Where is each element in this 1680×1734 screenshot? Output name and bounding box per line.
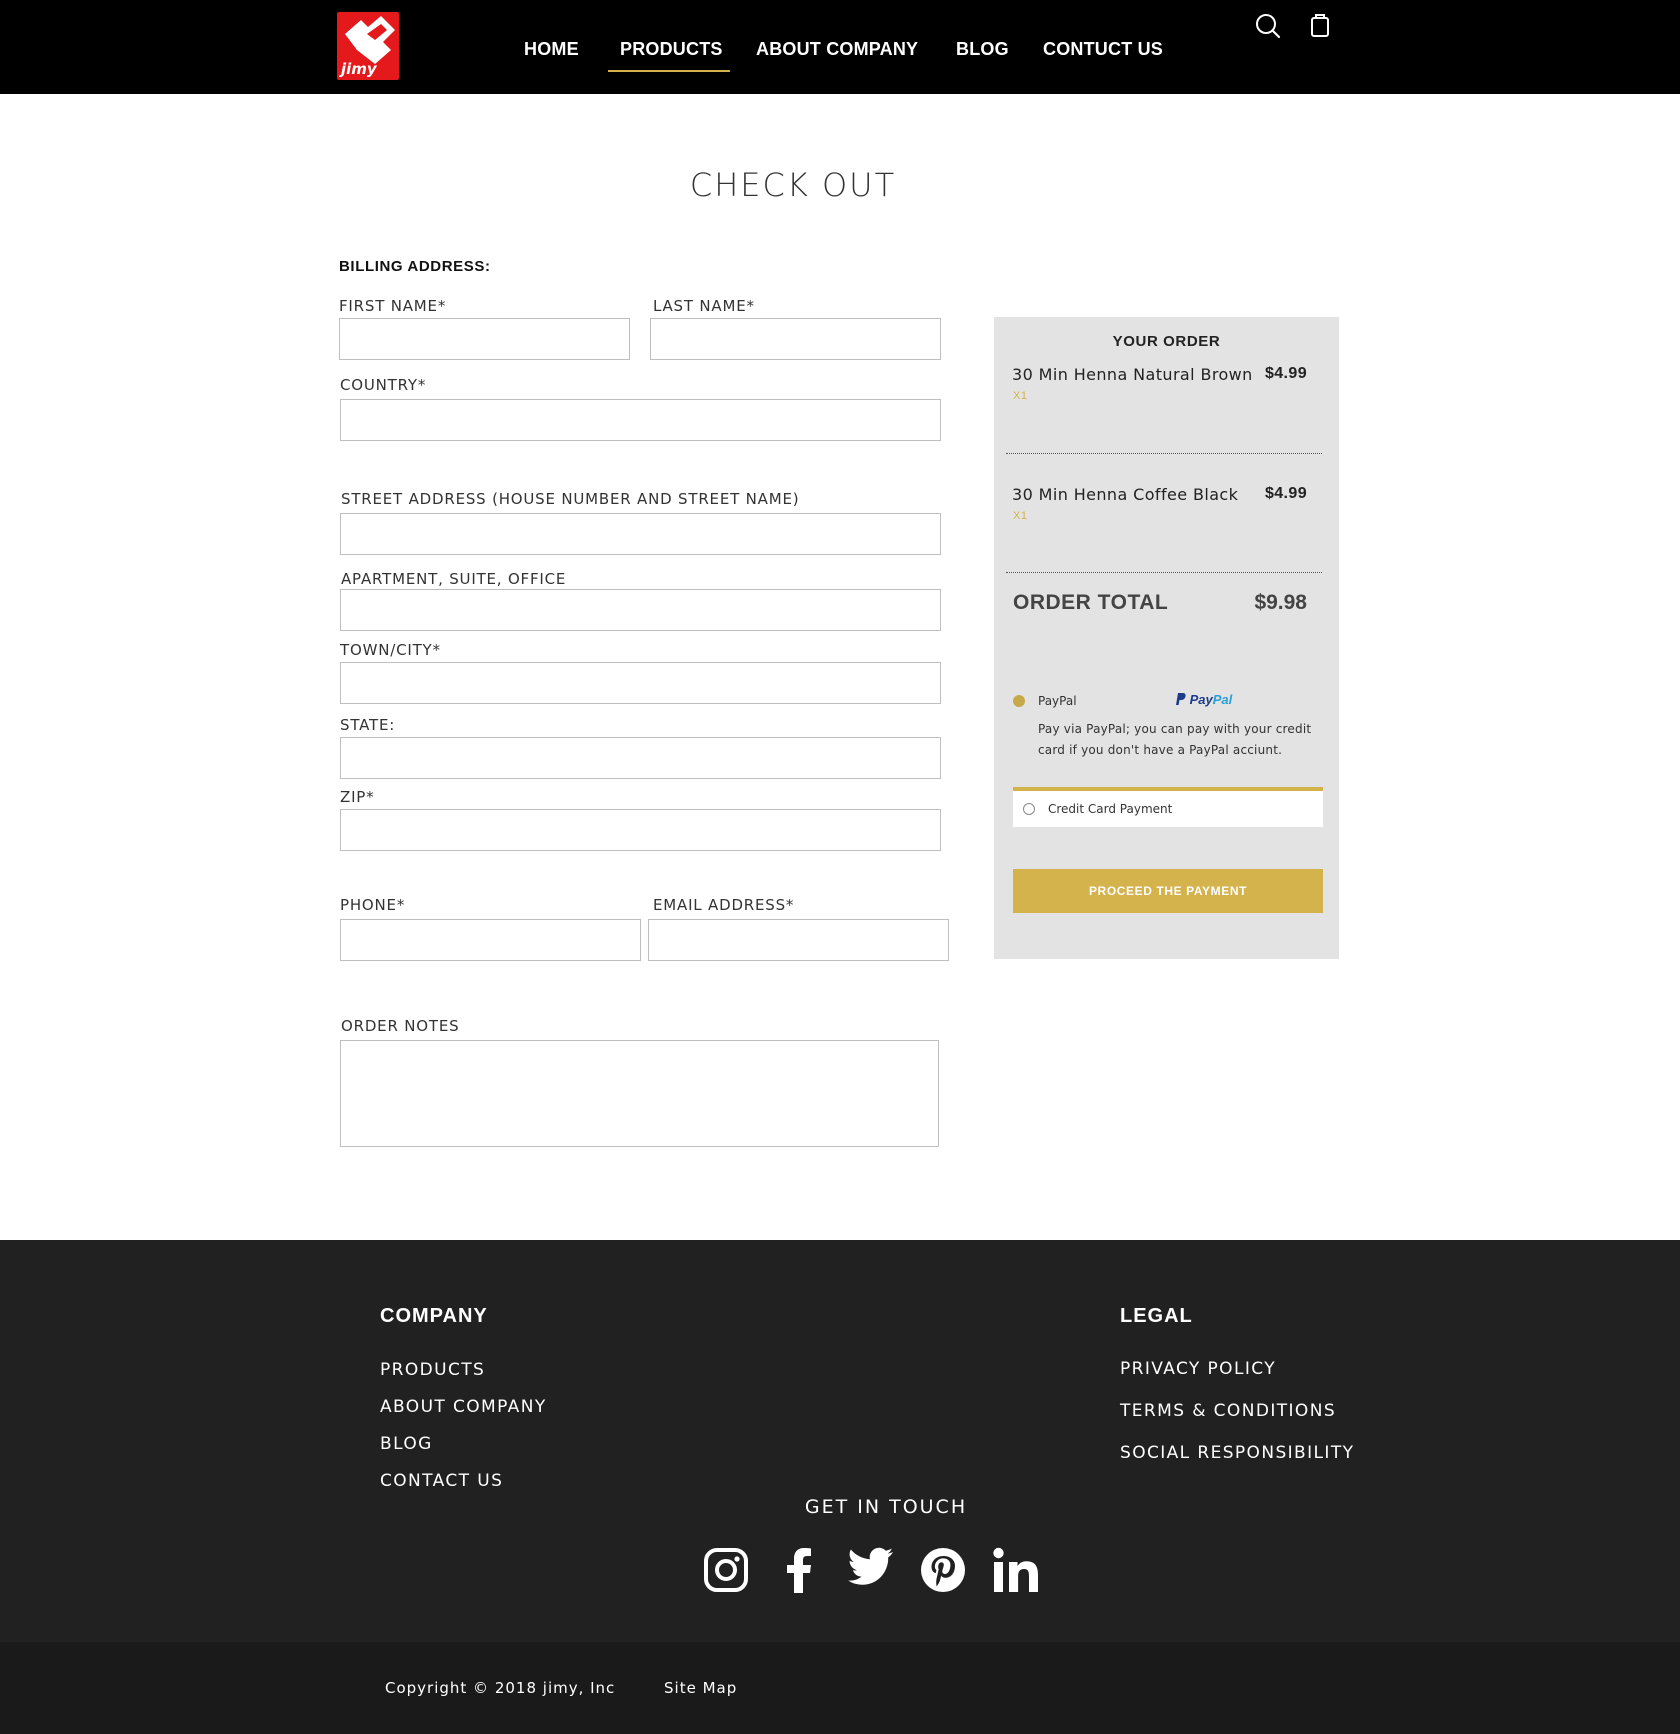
street-address-input[interactable] bbox=[340, 513, 941, 555]
footer-link-products[interactable]: PRODUCTS bbox=[380, 1360, 485, 1380]
order-total-value: $9.98 bbox=[1254, 591, 1307, 614]
get-in-touch-title: GET IN TOUCH bbox=[804, 1496, 968, 1518]
email-input[interactable] bbox=[648, 919, 949, 961]
footer-company-title: COMPANY bbox=[380, 1305, 488, 1327]
footer-bottom-bar bbox=[0, 1642, 1680, 1734]
billing-address-title: BILLING ADDRESS: bbox=[339, 258, 491, 275]
credit-card-option[interactable]: Credit Card Payment bbox=[1013, 787, 1323, 827]
town-city-input[interactable] bbox=[340, 662, 941, 704]
paypal-logo-text-b: Pal bbox=[1212, 692, 1233, 707]
twitter-icon[interactable] bbox=[848, 1547, 894, 1587]
brand-logo[interactable]: jimy bbox=[337, 12, 399, 80]
order-notes-label: ORDER NOTES bbox=[341, 1017, 460, 1035]
nav-about-company[interactable]: ABOUT COMPANY bbox=[756, 39, 918, 60]
instagram-icon[interactable] bbox=[703, 1547, 749, 1593]
apartment-label: APARTMENT, SUITE, OFFICE bbox=[341, 570, 567, 588]
paypal-logo-text-a: Pay bbox=[1189, 692, 1213, 707]
pinterest-icon[interactable] bbox=[920, 1547, 966, 1593]
order-item-name: 30 Min Henna Coffee Black bbox=[1012, 485, 1239, 504]
linkedin-icon[interactable] bbox=[993, 1547, 1039, 1593]
search-icon[interactable] bbox=[1254, 12, 1282, 40]
nav-home[interactable]: HOME bbox=[524, 39, 579, 60]
facebook-icon[interactable] bbox=[785, 1547, 813, 1593]
nav-contact-us[interactable]: CONTUCT US bbox=[1043, 39, 1163, 60]
shopping-bag-icon[interactable] bbox=[1310, 12, 1330, 38]
divider bbox=[1006, 453, 1322, 454]
zip-input[interactable] bbox=[340, 809, 941, 851]
paypal-radio[interactable] bbox=[1013, 695, 1025, 707]
country-label: COUNTRY* bbox=[340, 376, 427, 394]
paypal-description: Pay via PayPal; you can pay with your cr… bbox=[1038, 722, 1312, 757]
phone-label: PHONE* bbox=[340, 896, 406, 914]
country-input[interactable] bbox=[340, 399, 941, 441]
site-map-link[interactable]: Site Map bbox=[664, 1679, 737, 1697]
town-city-label: TOWN/CITY* bbox=[340, 641, 441, 659]
state-input[interactable] bbox=[340, 737, 941, 779]
logo-text: jimy bbox=[341, 60, 377, 78]
order-notes-textarea[interactable] bbox=[340, 1040, 939, 1147]
page-title: CHECK OUT bbox=[689, 166, 897, 204]
first-name-label: FIRST NAME* bbox=[339, 297, 447, 315]
paypal-icon bbox=[1176, 693, 1186, 705]
last-name-input[interactable] bbox=[650, 318, 941, 360]
credit-card-radio[interactable] bbox=[1023, 803, 1035, 815]
order-item-price: $4.99 bbox=[1264, 365, 1307, 382]
order-summary-panel: YOUR ORDER 30 Min Henna Natural Brown $4… bbox=[994, 317, 1339, 959]
order-item-name: 30 Min Henna Natural Brown bbox=[1012, 365, 1253, 384]
divider bbox=[1006, 572, 1322, 573]
state-label: STATE: bbox=[340, 716, 396, 734]
email-label: EMAIL ADDRESS* bbox=[653, 896, 795, 914]
footer-link-contact-us[interactable]: CONTACT US bbox=[380, 1471, 503, 1491]
footer-link-blog[interactable]: BLOG bbox=[380, 1434, 433, 1454]
order-item-qty: X1 bbox=[1013, 510, 1028, 522]
your-order-title: YOUR ORDER bbox=[1112, 333, 1221, 350]
order-item-qty: X1 bbox=[1013, 390, 1028, 402]
proceed-payment-button[interactable]: PROCEED THE PAYMENT bbox=[1013, 869, 1323, 913]
paypal-label[interactable]: PayPal bbox=[1038, 694, 1077, 708]
nav-blog[interactable]: BLOG bbox=[956, 39, 1009, 60]
credit-card-label: Credit Card Payment bbox=[1048, 802, 1173, 816]
site-footer bbox=[0, 1240, 1680, 1642]
nav-active-indicator bbox=[608, 70, 730, 72]
paypal-logo: PayPal bbox=[1174, 692, 1232, 707]
copyright-text: Copyright © 2018 jimy, Inc bbox=[385, 1679, 616, 1697]
footer-link-social-responsibility[interactable]: SOCIAL RESPONSIBILITY bbox=[1120, 1443, 1354, 1463]
first-name-input[interactable] bbox=[339, 318, 630, 360]
order-item-price: $4.99 bbox=[1264, 485, 1307, 502]
site-header: jimy HOME PRODUCTS ABOUT COMPANY BLOG CO… bbox=[0, 0, 1680, 94]
footer-legal-title: LEGAL bbox=[1120, 1305, 1193, 1327]
footer-link-terms-conditions[interactable]: TERMS & CONDITIONS bbox=[1120, 1401, 1336, 1421]
footer-link-privacy-policy[interactable]: PRIVACY POLICY bbox=[1120, 1359, 1276, 1379]
apartment-input[interactable] bbox=[340, 589, 941, 631]
order-total-label: ORDER TOTAL bbox=[1013, 591, 1169, 614]
footer-link-about-company[interactable]: ABOUT COMPANY bbox=[380, 1397, 547, 1417]
last-name-label: LAST NAME* bbox=[653, 297, 755, 315]
phone-input[interactable] bbox=[340, 919, 641, 961]
street-address-label: STREET ADDRESS (HOUSE NUMBER AND STREET … bbox=[341, 490, 800, 508]
nav-products[interactable]: PRODUCTS bbox=[620, 39, 723, 60]
zip-label: ZIP* bbox=[340, 788, 375, 806]
